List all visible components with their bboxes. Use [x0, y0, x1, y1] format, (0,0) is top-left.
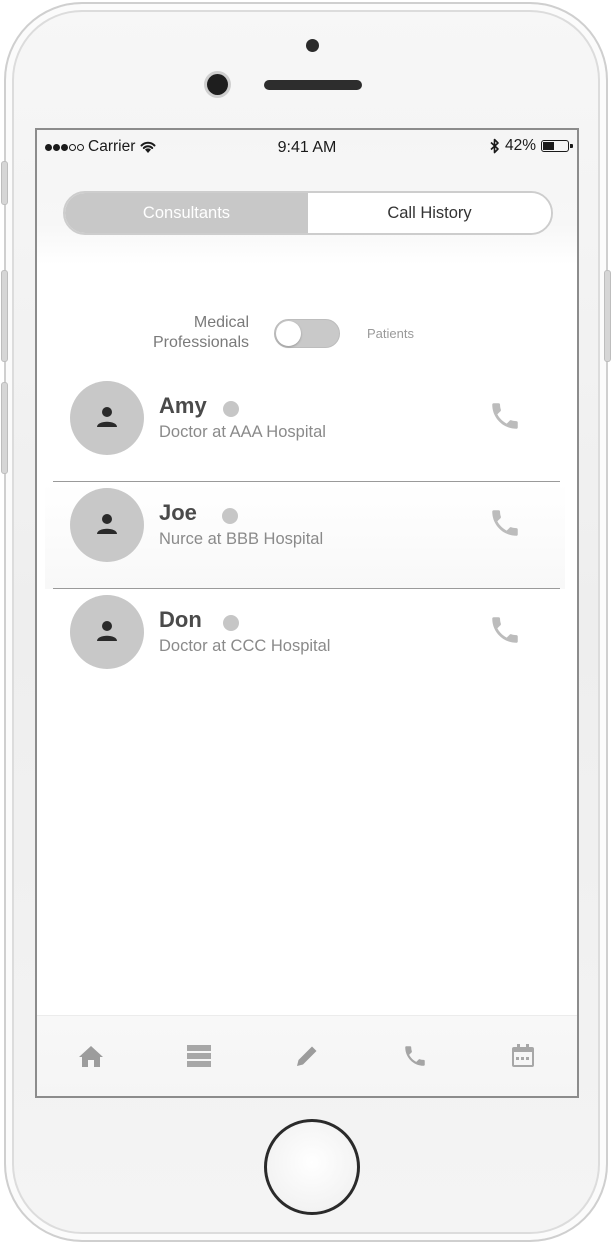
- edit-tab[interactable]: [287, 1036, 327, 1076]
- phone-icon[interactable]: [488, 506, 522, 540]
- list-icon[interactable]: [186, 1044, 212, 1068]
- toggle-left-label-line1: Medical: [193, 314, 249, 331]
- contact-role: Nurce at BBB Hospital: [159, 530, 324, 548]
- tab-consultants[interactable]: Consultants: [65, 193, 308, 233]
- person-icon: [97, 407, 117, 427]
- volume-down-button: [1, 382, 8, 474]
- contact-name: Don: [159, 607, 202, 632]
- presence-indicator: [222, 508, 238, 524]
- app-screen: Carrier 9:41 AM 42% Consultants Call His…: [35, 128, 579, 1098]
- home-icon[interactable]: [77, 1043, 105, 1069]
- status-bar: Carrier 9:41 AM 42%: [37, 130, 577, 164]
- phone-icon[interactable]: [402, 1043, 428, 1069]
- battery-percent: 42%: [504, 137, 536, 154]
- list-item[interactable]: Joe Nurce at BBB Hospital: [45, 482, 565, 589]
- header-area: Carrier 9:41 AM 42% Consultants Call His…: [37, 130, 577, 265]
- bottom-tab-bar: [37, 1015, 577, 1096]
- presence-indicator: [223, 615, 239, 631]
- status-right: 42%: [490, 137, 573, 155]
- tab-call-history[interactable]: Call History: [308, 193, 551, 233]
- bluetooth-icon: [490, 138, 499, 154]
- contact-role: Doctor at AAA Hospital: [159, 423, 326, 441]
- calendar-tab[interactable]: [503, 1036, 543, 1076]
- list-item[interactable]: Amy Doctor at AAA Hospital: [45, 375, 565, 482]
- volume-up-button: [1, 270, 8, 362]
- person-icon: [97, 514, 117, 534]
- person-icon: [97, 621, 117, 641]
- home-button[interactable]: [264, 1119, 360, 1215]
- contact-list: Amy Doctor at AAA Hospital Joe Nurce at …: [45, 375, 565, 696]
- avatar: [70, 595, 144, 669]
- list-item[interactable]: Don Doctor at CCC Hospital: [45, 589, 565, 696]
- earpiece-speaker: [264, 80, 362, 90]
- contact-name: Joe: [159, 500, 197, 525]
- battery-icon: [541, 140, 573, 152]
- side-button: [1, 161, 8, 205]
- toggle-right-label: Patients: [367, 326, 414, 341]
- toggle-knob[interactable]: [276, 321, 301, 346]
- filter-toggle-row: Medical Professionals Patients: [37, 313, 577, 353]
- list-tab[interactable]: [179, 1036, 219, 1076]
- phone-icon[interactable]: [488, 399, 522, 433]
- front-camera: [207, 74, 228, 95]
- segmented-control: Consultants Call History: [63, 191, 553, 235]
- presence-indicator: [223, 401, 239, 417]
- phone-icon[interactable]: [488, 613, 522, 647]
- proximity-sensor: [306, 39, 319, 52]
- pencil-icon[interactable]: [294, 1043, 320, 1069]
- avatar: [70, 488, 144, 562]
- contact-role: Doctor at CCC Hospital: [159, 637, 331, 655]
- calendar-icon[interactable]: [510, 1043, 536, 1069]
- power-button: [604, 270, 611, 362]
- toggle-left-label: Medical Professionals: [153, 313, 249, 353]
- avatar: [70, 381, 144, 455]
- toggle-left-label-line2: Professionals: [152, 334, 249, 351]
- audience-toggle[interactable]: [274, 319, 340, 348]
- home-tab[interactable]: [71, 1036, 111, 1076]
- contact-name: Amy: [159, 393, 207, 418]
- calls-tab[interactable]: [395, 1036, 435, 1076]
